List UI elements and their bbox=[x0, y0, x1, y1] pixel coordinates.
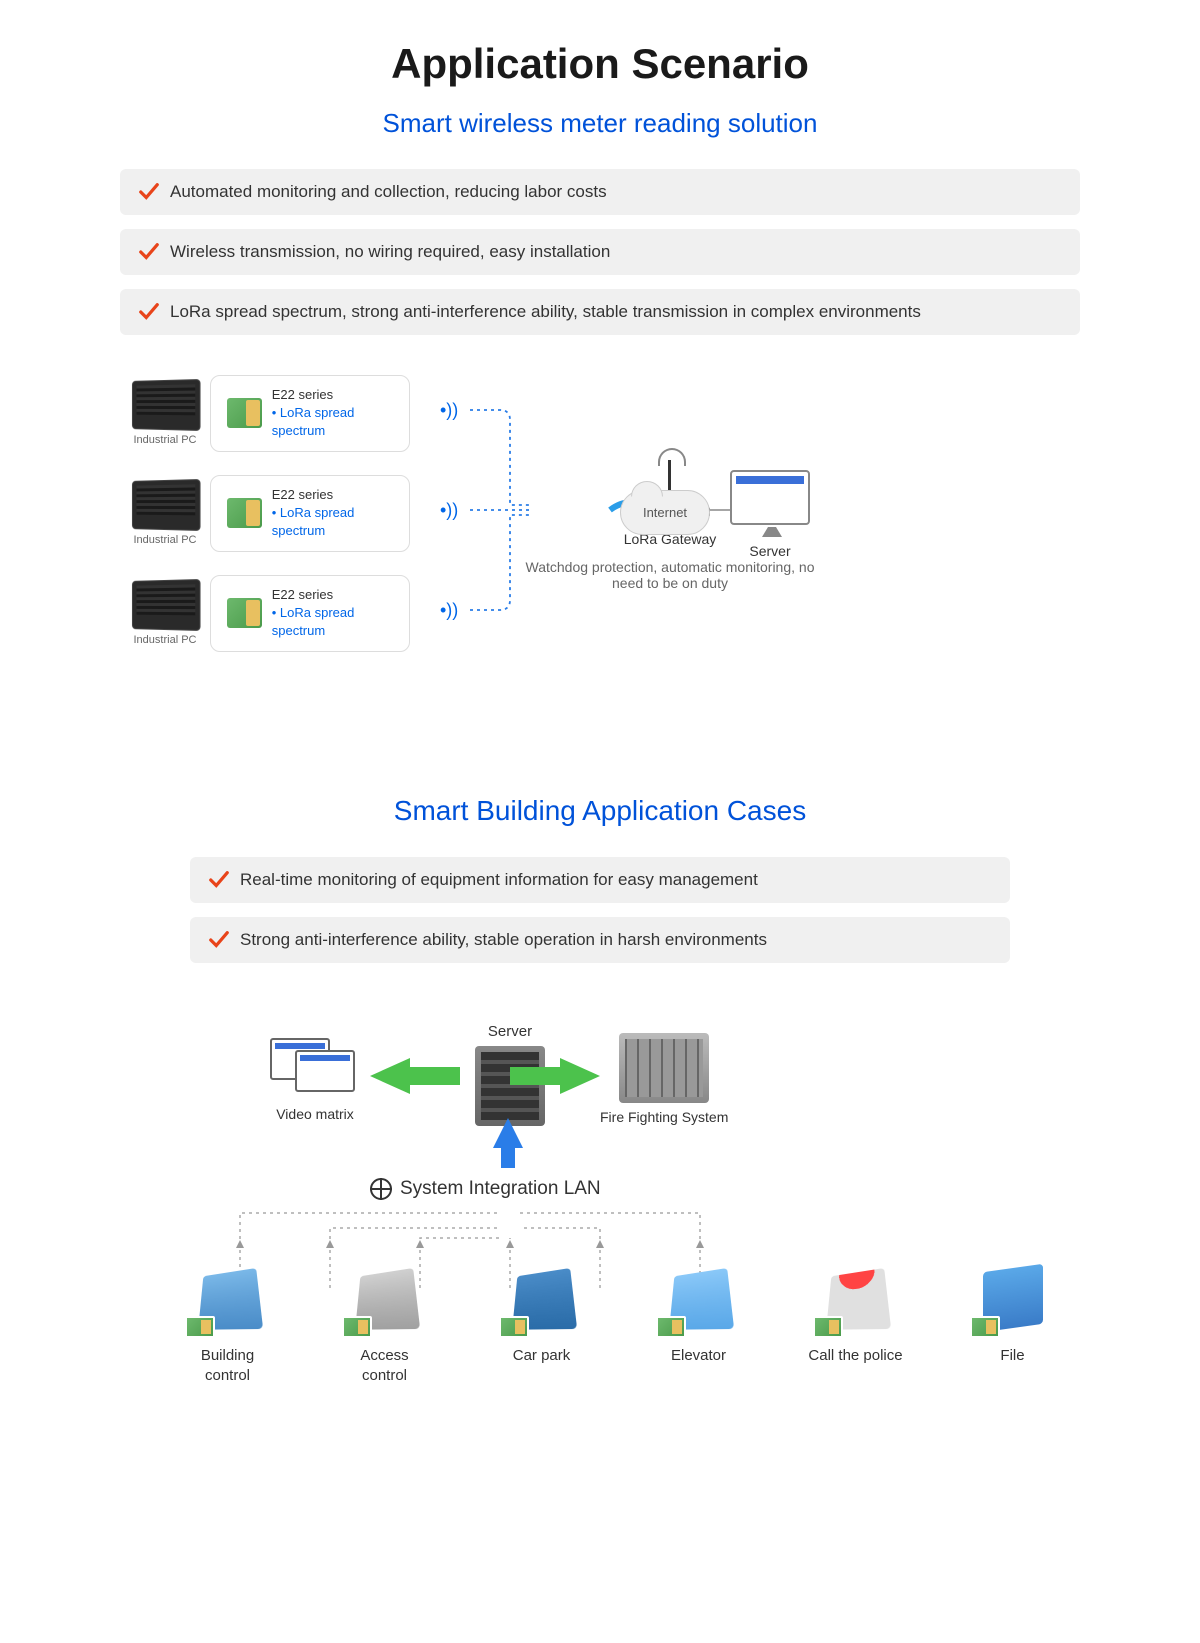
server-node: Server bbox=[730, 470, 810, 559]
endpoint-carpark: Car park bbox=[494, 1263, 589, 1385]
feature-text: Real-time monitoring of equipment inform… bbox=[240, 870, 758, 890]
fire-system-icon bbox=[619, 1033, 709, 1103]
page-title: Application Scenario bbox=[100, 40, 1100, 88]
ipc-node-1: Industrial PC E22 series LoRa spread spe… bbox=[130, 375, 410, 452]
arrow-right-icon bbox=[560, 1058, 600, 1094]
feature-text: Wireless transmission, no wiring require… bbox=[170, 242, 610, 262]
module-chip-icon bbox=[227, 398, 262, 428]
fire-fighting: Fire Fighting System bbox=[600, 1033, 728, 1125]
globe-icon bbox=[370, 1178, 392, 1200]
system-integration-lan: System Integration LAN bbox=[370, 1178, 601, 1200]
endpoint-label: Call the police bbox=[808, 1346, 903, 1366]
module-chip-icon bbox=[227, 598, 262, 628]
module-subtitle: LoRa spread spectrum bbox=[272, 404, 393, 440]
ipc-label: Industrial PC bbox=[130, 534, 200, 546]
wifi-icon: •)) bbox=[440, 600, 458, 621]
sil-label: System Integration LAN bbox=[400, 1178, 601, 1200]
ipc-label: Industrial PC bbox=[130, 634, 200, 646]
module-title: E22 series bbox=[272, 486, 393, 504]
antenna-icon bbox=[668, 460, 671, 490]
feature-item: Strong anti-interference ability, stable… bbox=[190, 917, 1010, 963]
endpoint-building: Building control bbox=[180, 1263, 275, 1385]
module-chip-icon bbox=[656, 1316, 686, 1338]
industrial-pc-icon bbox=[132, 579, 201, 631]
video-matrix: Video matrix bbox=[270, 1038, 360, 1122]
video-matrix-label: Video matrix bbox=[270, 1106, 360, 1122]
module-title: E22 series bbox=[272, 586, 393, 604]
meter-diagram: Industrial PC E22 series LoRa spread spe… bbox=[120, 375, 1080, 695]
arrow-up-icon bbox=[493, 1118, 523, 1148]
endpoint-row: Building control Access control Car park… bbox=[180, 1263, 1060, 1385]
feature-item: Wireless transmission, no wiring require… bbox=[120, 229, 1080, 275]
ipc-node-3: Industrial PC E22 series LoRa spread spe… bbox=[130, 575, 410, 652]
module-title: E22 series bbox=[272, 386, 393, 404]
feature-item: Automated monitoring and collection, red… bbox=[120, 169, 1080, 215]
feature-list-1: Automated monitoring and collection, red… bbox=[120, 169, 1080, 335]
subtitle-meter: Smart wireless meter reading solution bbox=[100, 108, 1100, 139]
module-chip-icon bbox=[499, 1316, 529, 1338]
wifi-icon: •)) bbox=[440, 400, 458, 421]
fire-fighting-label: Fire Fighting System bbox=[600, 1109, 728, 1125]
building-diagram: Server Video matrix Fire Fighting System… bbox=[120, 1003, 1080, 1603]
subtitle-building: Smart Building Application Cases bbox=[100, 795, 1100, 827]
feature-text: Automated monitoring and collection, red… bbox=[170, 182, 607, 202]
module-card: E22 series LoRa spread spectrum bbox=[210, 475, 410, 552]
feature-item: Real-time monitoring of equipment inform… bbox=[190, 857, 1010, 903]
feature-list-2: Real-time monitoring of equipment inform… bbox=[190, 857, 1010, 963]
industrial-pc-icon bbox=[132, 379, 201, 431]
module-card: E22 series LoRa spread spectrum bbox=[210, 375, 410, 452]
module-subtitle: LoRa spread spectrum bbox=[272, 604, 393, 640]
arrow-left-icon bbox=[370, 1058, 410, 1094]
feature-text: LoRa spread spectrum, strong anti-interf… bbox=[170, 302, 921, 322]
module-subtitle: LoRa spread spectrum bbox=[272, 504, 393, 540]
server-rack-icon bbox=[475, 1046, 545, 1126]
internet-cloud: Internet bbox=[620, 490, 710, 535]
module-chip-icon bbox=[185, 1316, 215, 1338]
ipc-node-2: Industrial PC E22 series LoRa spread spe… bbox=[130, 475, 410, 552]
endpoint-access: Access control bbox=[337, 1263, 432, 1385]
endpoint-label: Car park bbox=[494, 1346, 589, 1366]
server-label: Server bbox=[460, 1023, 560, 1040]
module-chip-icon bbox=[970, 1316, 1000, 1338]
endpoint-police: Call the police bbox=[808, 1263, 903, 1385]
module-chip-icon bbox=[342, 1316, 372, 1338]
server-label: Server bbox=[730, 543, 810, 559]
ipc-label: Industrial PC bbox=[130, 434, 200, 446]
check-icon bbox=[138, 301, 160, 323]
check-icon bbox=[138, 181, 160, 203]
endpoint-file: File bbox=[965, 1263, 1060, 1385]
module-chip-icon bbox=[227, 498, 262, 528]
feature-item: LoRa spread spectrum, strong anti-interf… bbox=[120, 289, 1080, 335]
endpoint-label: Access control bbox=[337, 1346, 432, 1385]
screen-icon bbox=[295, 1050, 355, 1092]
endpoint-label: Building control bbox=[180, 1346, 275, 1385]
endpoint-elevator: Elevator bbox=[651, 1263, 746, 1385]
check-icon bbox=[208, 929, 230, 951]
gateway-note: Watchdog protection, automatic monitorin… bbox=[520, 559, 820, 591]
endpoint-label: File bbox=[965, 1346, 1060, 1366]
module-chip-icon bbox=[813, 1316, 843, 1338]
module-card: E22 series LoRa spread spectrum bbox=[210, 575, 410, 652]
monitor-icon bbox=[730, 470, 810, 525]
check-icon bbox=[138, 241, 160, 263]
industrial-pc-icon bbox=[132, 479, 201, 531]
feature-text: Strong anti-interference ability, stable… bbox=[240, 930, 767, 950]
check-icon bbox=[208, 869, 230, 891]
endpoint-label: Elevator bbox=[651, 1346, 746, 1366]
wifi-icon: •)) bbox=[440, 500, 458, 521]
